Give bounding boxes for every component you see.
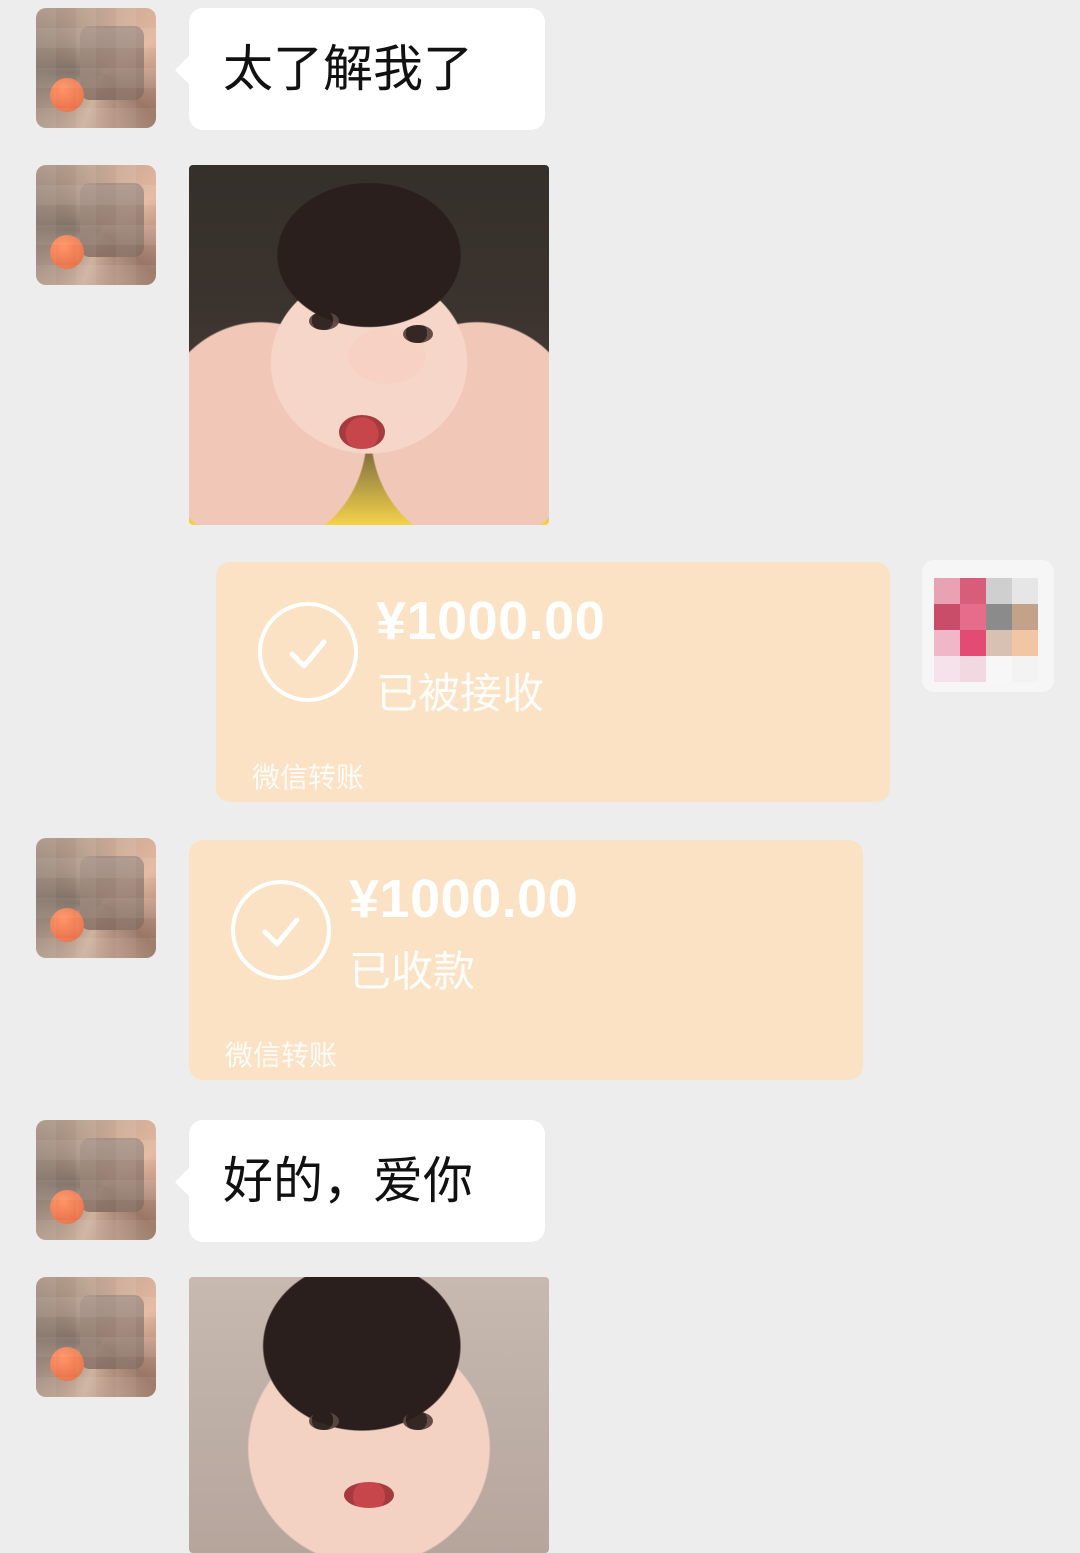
my-avatar[interactable] (922, 560, 1054, 692)
message-text: 太了解我了 (223, 41, 473, 97)
message-image[interactable] (189, 165, 549, 525)
avatar-tile (960, 604, 986, 630)
avatar-tile (1012, 630, 1038, 656)
baby-eye-right (403, 1412, 433, 1430)
message-bubble-text[interactable]: 好的，爱你 (175, 1120, 545, 1242)
avatar-tile (1012, 604, 1038, 630)
avatar-tile (960, 578, 986, 604)
transfer-status: 已被接收 (376, 670, 545, 717)
image-content (189, 165, 549, 525)
contact-avatar[interactable] (36, 8, 156, 128)
avatar-tile (986, 604, 1012, 630)
contact-avatar[interactable] (36, 165, 156, 285)
avatar-tile (986, 656, 1012, 682)
baby-eye-right (403, 325, 433, 343)
contact-avatar[interactable] (36, 1277, 156, 1397)
check-icon (262, 917, 300, 947)
check-circle-icon (258, 602, 358, 702)
transfer-amount: ¥1000.00 (349, 869, 579, 929)
contact-avatar[interactable] (36, 1120, 156, 1240)
avatar-tile (986, 578, 1012, 604)
check-icon (289, 639, 327, 669)
avatar-tile (960, 630, 986, 656)
chat-screen: 太了解我了 ¥1000.00 已被接收 微信转账 ¥1000.00 已收款 微信… (0, 0, 1080, 1553)
avatar-tile (934, 656, 960, 682)
message-text: 好的，爱你 (223, 1153, 473, 1209)
avatar-pixelation (36, 165, 156, 285)
contact-avatar[interactable] (36, 838, 156, 958)
avatar-pixelation (36, 838, 156, 958)
check-circle-icon (231, 880, 331, 980)
avatar-tile (1012, 656, 1038, 682)
avatar-tile (1012, 578, 1038, 604)
baby-eye-left (309, 1412, 339, 1430)
transfer-status: 已收款 (349, 948, 476, 995)
avatar-pixelation (36, 8, 156, 128)
avatar-tile (934, 630, 960, 656)
avatar-pixelation (36, 1120, 156, 1240)
transfer-service-label: 微信转账 (252, 762, 365, 793)
avatar-pixelation (36, 1277, 156, 1397)
avatar-tile (934, 578, 960, 604)
baby-mouth (339, 415, 385, 449)
avatar-tile (986, 630, 1012, 656)
avatar-tile (934, 604, 960, 630)
message-image[interactable] (189, 1277, 549, 1553)
baby-eye-left (309, 312, 339, 330)
wechat-transfer-card-sent[interactable]: ¥1000.00 已被接收 微信转账 (216, 562, 890, 802)
transfer-amount: ¥1000.00 (376, 591, 606, 651)
avatar-tile (960, 656, 986, 682)
image-content (189, 1277, 549, 1553)
transfer-service-label: 微信转账 (225, 1040, 338, 1071)
message-bubble-text[interactable]: 太了解我了 (175, 8, 545, 130)
baby-mouth (344, 1482, 394, 1508)
wechat-transfer-card-received[interactable]: ¥1000.00 已收款 微信转账 (189, 840, 863, 1080)
